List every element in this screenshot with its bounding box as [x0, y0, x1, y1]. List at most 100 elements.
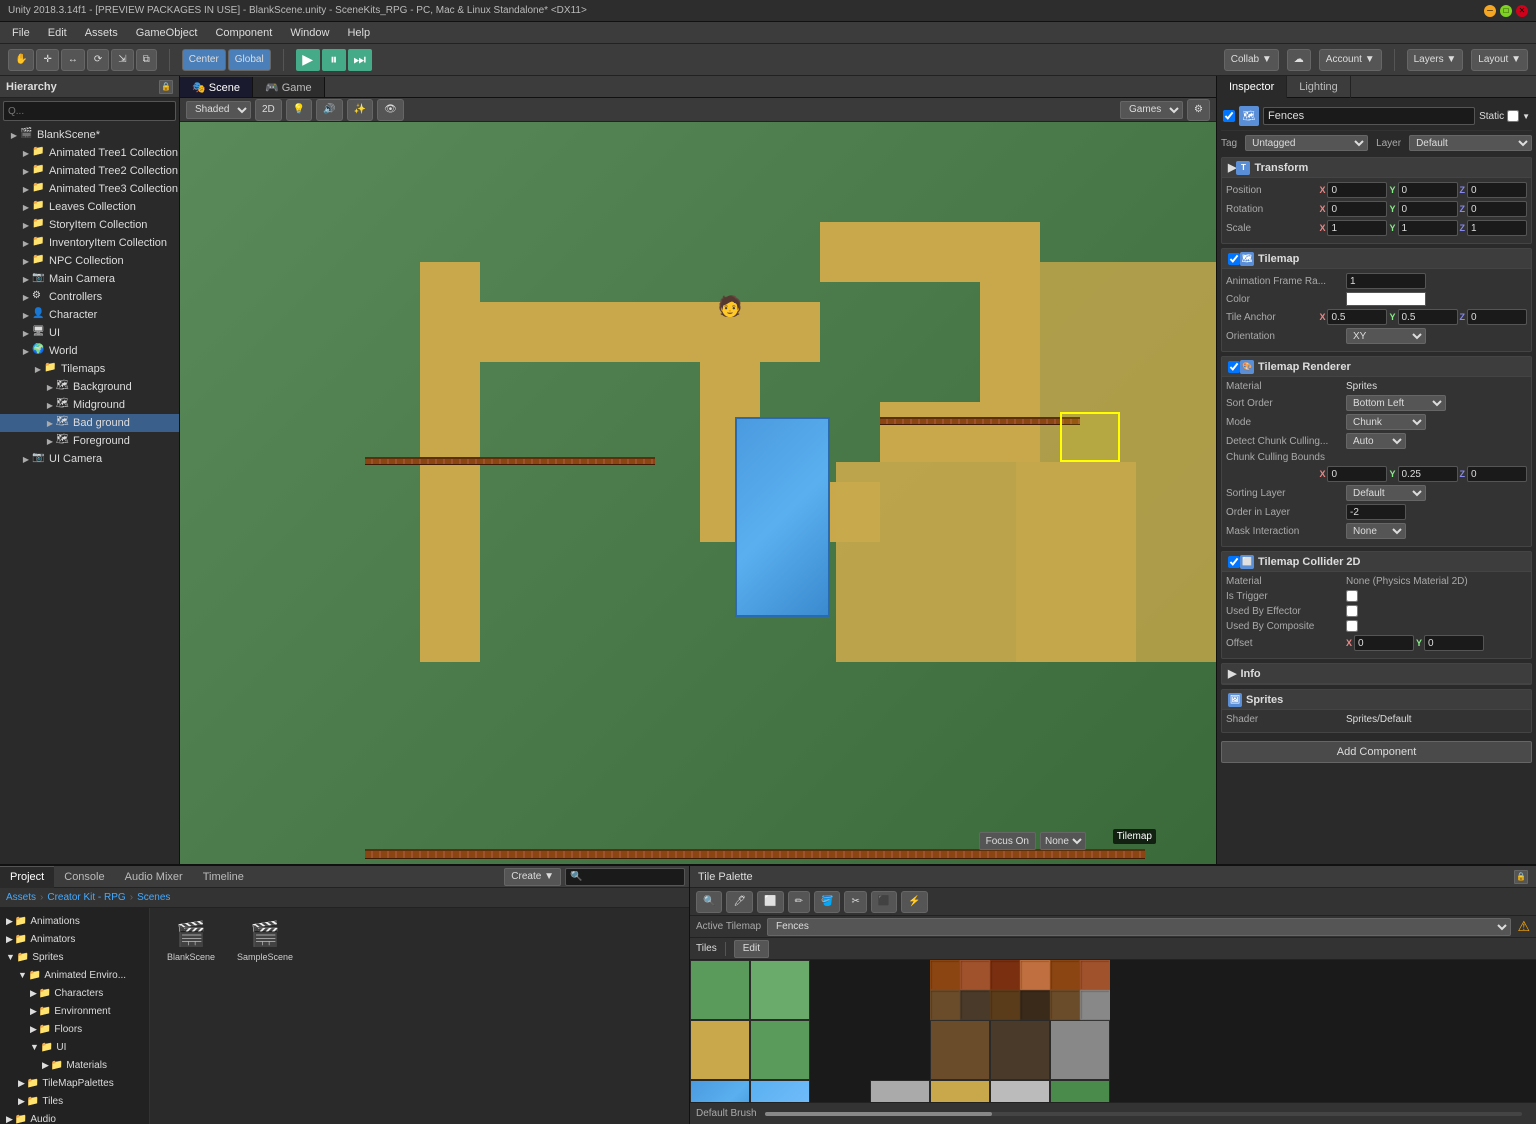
cloud-button[interactable]: ☁: [1287, 49, 1311, 71]
game-view-dropdown[interactable]: Games: [1120, 101, 1183, 119]
tilemap-header[interactable]: 🗺 Tilemap: [1222, 249, 1531, 269]
project-tree-animators[interactable]: ▶ 📁 Animators: [0, 930, 149, 948]
tab-scene[interactable]: 🎭 Scene: [180, 77, 253, 97]
chunk-z-input[interactable]: [1467, 466, 1527, 482]
hierarchy-item-storyitemcollection[interactable]: ▶ 📁 StoryItem Collection: [0, 216, 179, 234]
menu-item-component[interactable]: Component: [207, 25, 280, 41]
tab-game[interactable]: 🎮 Game: [253, 77, 325, 97]
project-tree-floors[interactable]: ▶ 📁 Floors: [0, 1020, 149, 1038]
tile-gray_1[interactable]: [870, 1080, 930, 1102]
offset-y-input[interactable]: [1424, 635, 1484, 651]
scene-effects-button[interactable]: ✨: [347, 99, 373, 121]
collab-button[interactable]: Collab ▼: [1224, 49, 1279, 71]
project-tree-animatedenviro[interactable]: ▼ 📁 Animated Enviro...: [0, 966, 149, 984]
hierarchy-search[interactable]: [3, 101, 176, 121]
play-button[interactable]: ▶: [296, 49, 320, 71]
project-tree-materials[interactable]: ▶ 📁 Materials: [0, 1056, 149, 1074]
tab-lighting[interactable]: Lighting: [1287, 76, 1351, 98]
scale-y-input[interactable]: [1398, 220, 1458, 236]
hierarchy-item-ui[interactable]: ▶ 🖥 UI: [0, 324, 179, 342]
menu-item-edit[interactable]: Edit: [40, 25, 75, 41]
sort-order-dropdown[interactable]: Bottom Left: [1346, 395, 1446, 411]
is-trigger-checkbox[interactable]: [1346, 590, 1358, 602]
tile-water[interactable]: [690, 1080, 750, 1102]
info-header[interactable]: ▶ Info: [1222, 664, 1531, 684]
tab-inspector[interactable]: Inspector: [1217, 76, 1287, 98]
hierarchy-item-midground[interactable]: ▶ 🗺 Midground: [0, 396, 179, 414]
file-samplescene[interactable]: 🎬 SampleScene: [230, 914, 300, 974]
edit-button[interactable]: Edit: [734, 940, 769, 958]
object-active-checkbox[interactable]: [1223, 110, 1235, 122]
rot-z-input[interactable]: [1467, 201, 1527, 217]
sprites-header[interactable]: 🖼 Sprites: [1222, 690, 1531, 710]
step-button[interactable]: ⏭: [348, 49, 372, 71]
hierarchy-item-maincamera[interactable]: ▶ 📷 Main Camera: [0, 270, 179, 288]
palette-tool-box[interactable]: ⬜: [757, 891, 783, 913]
palette-tool-select[interactable]: 🔍: [696, 891, 722, 913]
tile-zoom-slider[interactable]: [765, 1112, 1522, 1116]
hierarchy-item-animatedtree2collection[interactable]: ▶ 📁 Animated Tree2 Collection: [0, 162, 179, 180]
pos-y-input[interactable]: [1398, 182, 1458, 198]
hierarchy-item-inventoryitemcollection[interactable]: ▶ 📁 InventoryItem Collection: [0, 234, 179, 252]
rotate-tool[interactable]: ↔: [61, 49, 85, 71]
hierarchy-item-blankscene*[interactable]: ▶ 🎬 BlankScene*: [0, 126, 179, 144]
create-button[interactable]: Create ▼: [504, 868, 561, 886]
hierarchy-item-uicamera[interactable]: ▶ 📷 UI Camera: [0, 450, 179, 468]
scene-audio-button[interactable]: 🔊: [316, 99, 342, 121]
tile-water_light[interactable]: [750, 1080, 810, 1102]
2d-button[interactable]: 2D: [255, 99, 282, 121]
focus-none-select[interactable]: None: [1040, 832, 1086, 850]
minimize-button[interactable]: ─: [1484, 5, 1496, 17]
hierarchy-item-foreground[interactable]: ▶ 🗺 Foreground: [0, 432, 179, 450]
hierarchy-item-world[interactable]: ▶ 🌍 World: [0, 342, 179, 360]
color-swatch[interactable]: [1346, 292, 1426, 306]
layer-dropdown[interactable]: Default: [1409, 135, 1532, 151]
active-tilemap-dropdown[interactable]: Fences: [767, 918, 1511, 936]
menu-item-file[interactable]: File: [4, 25, 38, 41]
anim-frame-input[interactable]: [1346, 273, 1426, 289]
tile-sand_light[interactable]: [690, 1020, 750, 1080]
hierarchy-item-animatedtree3collection[interactable]: ▶ 📁 Animated Tree3 Collection: [0, 180, 179, 198]
layers-button[interactable]: Layers ▼: [1407, 49, 1464, 71]
scene-gizmos-button[interactable]: ⚙: [1187, 99, 1210, 121]
tilemap-renderer-header[interactable]: 🎨 Tilemap Renderer: [1222, 357, 1531, 377]
hierarchy-lock-button[interactable]: 🔒: [159, 80, 173, 94]
scale-x-input[interactable]: [1327, 220, 1387, 236]
move-tool[interactable]: ✛: [36, 49, 58, 71]
anchor-y-input[interactable]: [1398, 309, 1458, 325]
mode-dropdown[interactable]: Chunk: [1346, 414, 1426, 430]
palette-tool-pick[interactable]: ✏: [788, 891, 810, 913]
tab-audio-mixer[interactable]: Audio Mixer: [115, 866, 193, 888]
tilemap-renderer-checkbox[interactable]: [1228, 361, 1240, 373]
palette-tool-extra[interactable]: ⚡: [901, 891, 927, 913]
palette-tool-paint[interactable]: 🖊: [726, 891, 753, 913]
hand-tool[interactable]: ✋: [8, 49, 34, 71]
project-search-input[interactable]: [565, 868, 685, 886]
transform-tool[interactable]: ⧉: [136, 49, 157, 71]
shading-dropdown[interactable]: Shaded: [186, 101, 251, 119]
rot-y-input[interactable]: [1398, 201, 1458, 217]
project-tree-characters[interactable]: ▶ 📁 Characters: [0, 984, 149, 1002]
project-tree-sprites[interactable]: ▼ 📁 Sprites: [0, 948, 149, 966]
hierarchy-item-character[interactable]: ▶ 👤 Character: [0, 306, 179, 324]
object-name-input[interactable]: [1263, 107, 1475, 125]
tile-grass_dark[interactable]: [690, 960, 750, 1020]
hierarchy-item-background[interactable]: ▶ 🗺 Background: [0, 378, 179, 396]
mask-interaction-dropdown[interactable]: None: [1346, 523, 1406, 539]
project-tree-audio[interactable]: ▶ 📁 Audio: [0, 1110, 149, 1124]
menu-item-window[interactable]: Window: [282, 25, 337, 41]
maximize-button[interactable]: □: [1500, 5, 1512, 17]
scene-view[interactable]: 🧑 Tilemap Focus On None: [180, 122, 1216, 864]
scene-lighting-button[interactable]: 💡: [286, 99, 312, 121]
hierarchy-item-animatedtree1collection[interactable]: ▶ 📁 Animated Tree1 Collection: [0, 144, 179, 162]
tag-dropdown[interactable]: Untagged: [1245, 135, 1368, 151]
scale-tool[interactable]: ⟳: [87, 49, 109, 71]
hierarchy-item-badground[interactable]: ▶ 🗺 Bad ground: [0, 414, 179, 432]
chunk-y-input[interactable]: [1398, 466, 1458, 482]
rot-x-input[interactable]: [1327, 201, 1387, 217]
project-tree-environment[interactable]: ▶ 📁 Environment: [0, 1002, 149, 1020]
collider-checkbox[interactable]: [1228, 556, 1240, 568]
pos-x-input[interactable]: [1327, 182, 1387, 198]
detect-culling-dropdown[interactable]: Auto: [1346, 433, 1406, 449]
order-in-layer-input[interactable]: [1346, 504, 1406, 520]
